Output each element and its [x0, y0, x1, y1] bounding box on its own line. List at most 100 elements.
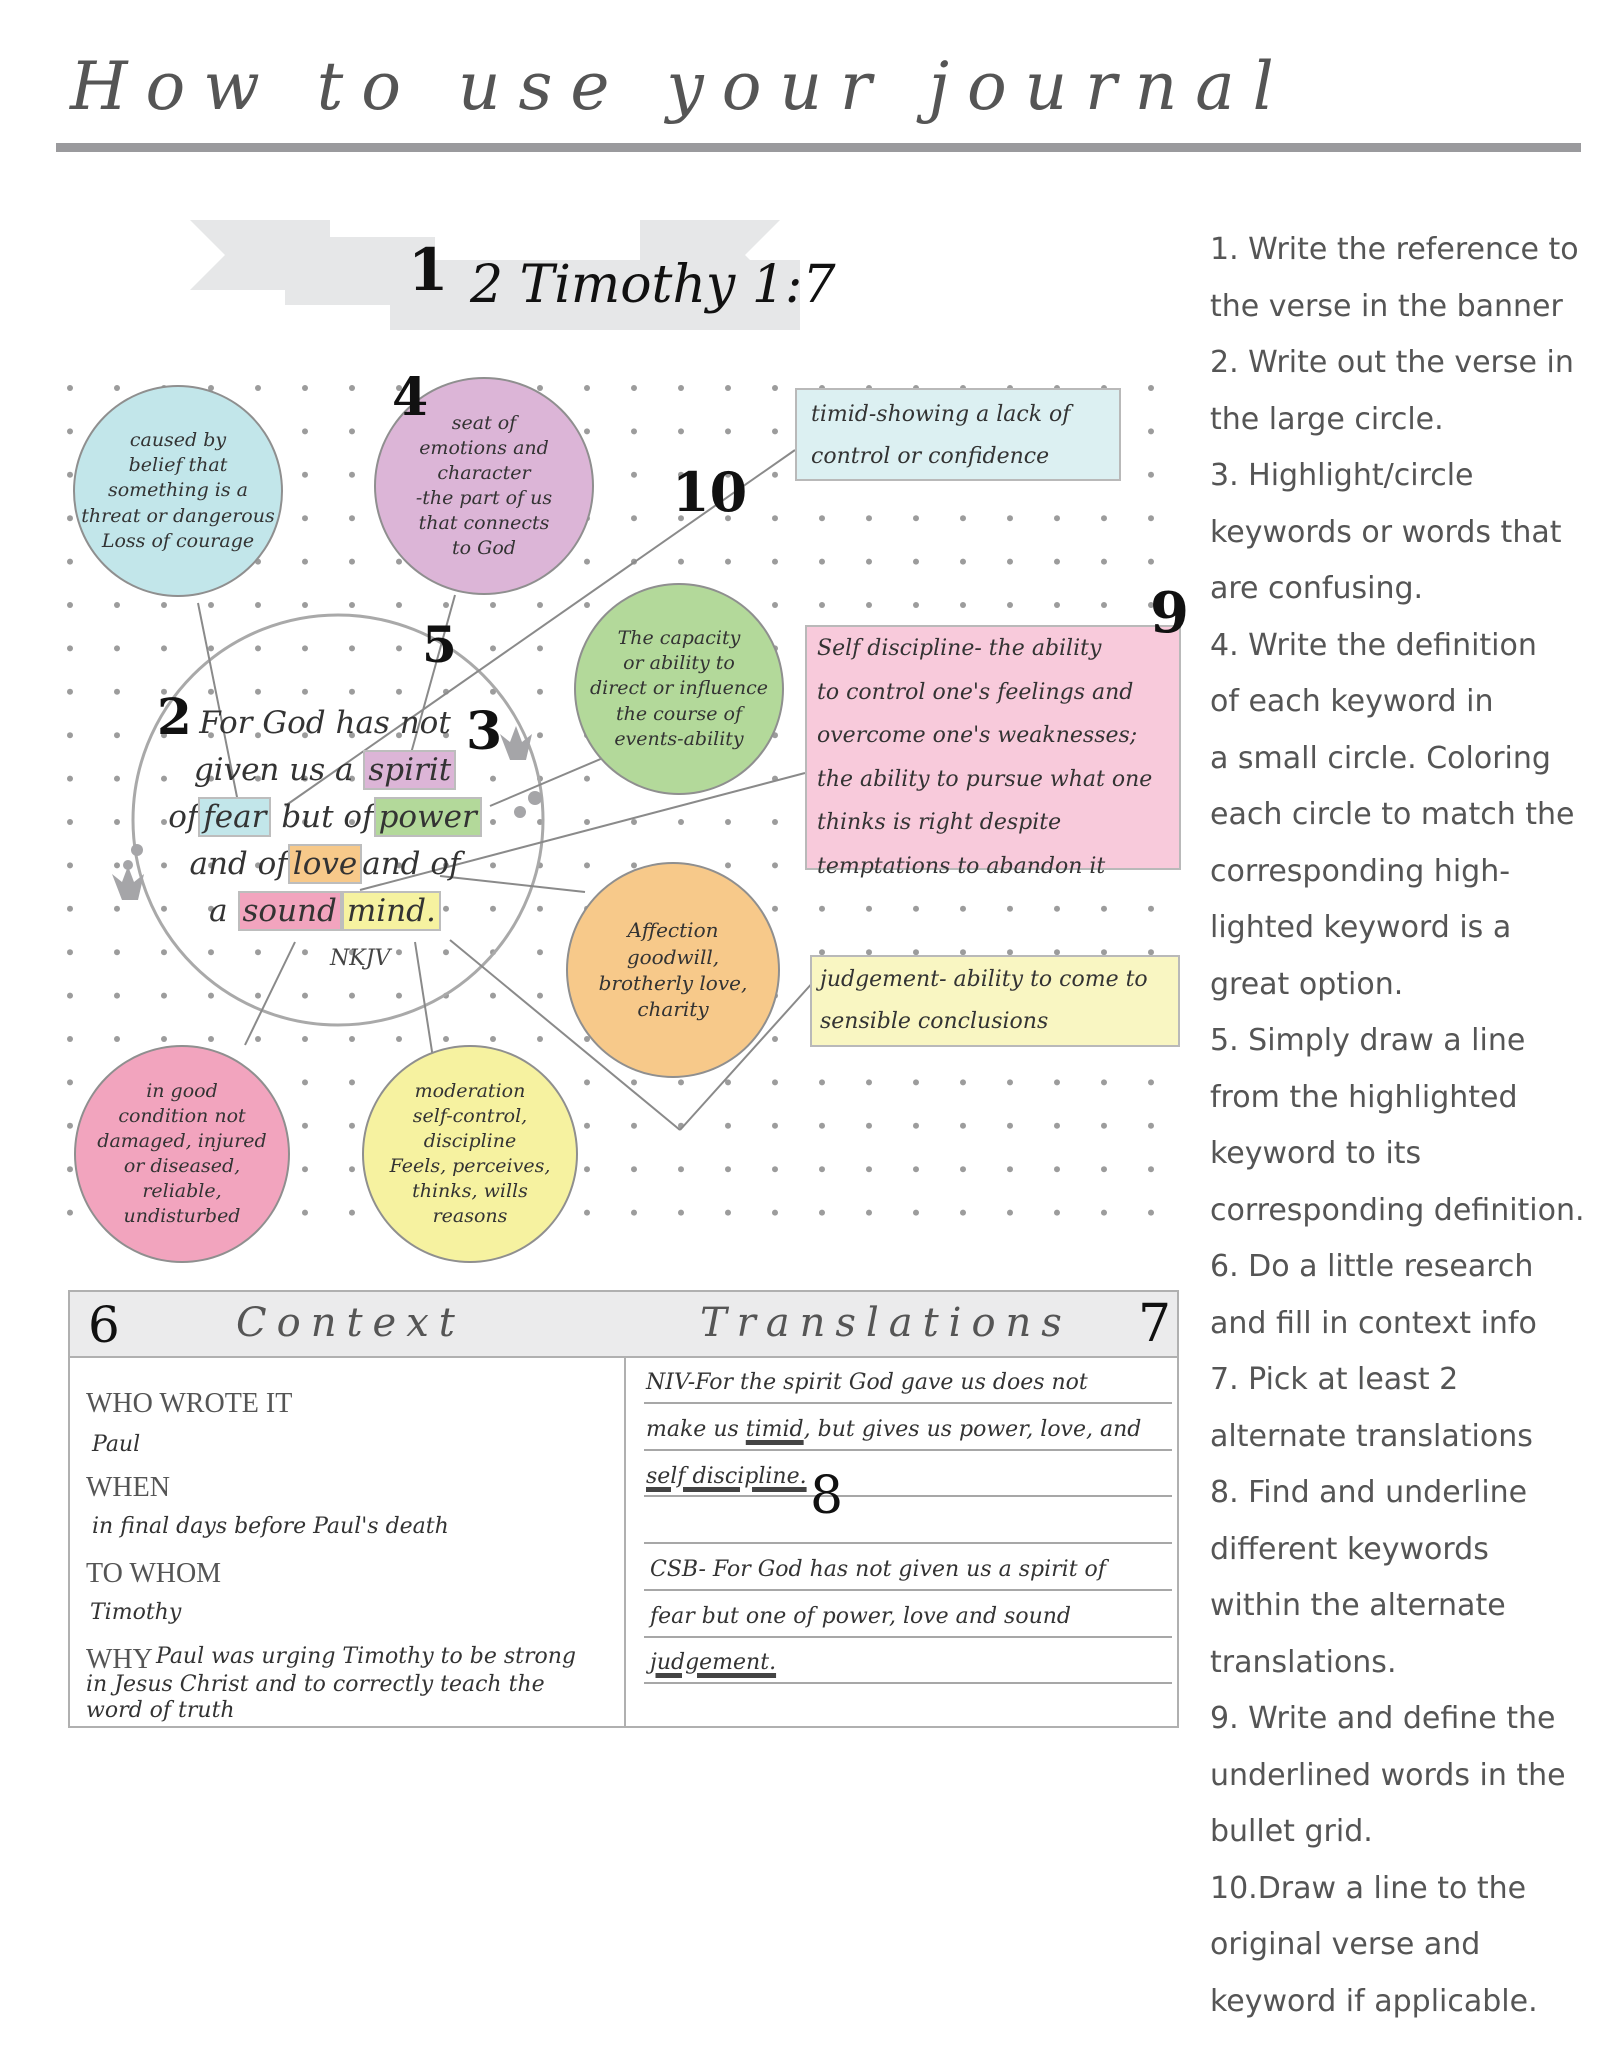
grid-dot — [866, 1079, 872, 1086]
verse-text[interactable]: For God has not given us a spirit of fear… — [150, 700, 500, 935]
why-value-line-2[interactable]: in Jesus Christ and to correctly teach t… — [86, 1672, 545, 1697]
grid-dot — [349, 428, 355, 435]
translation-text-segment: make us — [646, 1417, 746, 1442]
grid-dot — [819, 905, 825, 912]
grid-dot — [960, 1079, 966, 1086]
grid-dot — [1148, 905, 1154, 912]
grid-dot — [537, 602, 543, 608]
grid-dot — [725, 428, 731, 435]
underlined-word-judgement[interactable]: judgement. — [650, 1650, 776, 1675]
niv-line-1[interactable]: NIV-For the spirit God gave us does not — [646, 1370, 1088, 1395]
grid-dot — [913, 905, 919, 912]
step-marker-3: 3 — [466, 701, 503, 762]
grid-dot — [1007, 1122, 1013, 1129]
grid-dot — [537, 949, 543, 956]
definition-box-judgement[interactable]: judgement- ability to come to sensible c… — [810, 955, 1180, 1047]
grid-dot — [960, 602, 966, 608]
grid-dot — [302, 688, 308, 695]
grid-dot — [161, 992, 167, 999]
grid-dot — [1007, 1209, 1013, 1216]
why-value-line-3[interactable]: word of truth — [86, 1698, 235, 1723]
definition-circle-power[interactable]: The capacity or ability to direct or inf… — [574, 583, 784, 795]
ruled-line — [644, 1449, 1172, 1451]
ruled-line — [644, 1589, 1172, 1591]
grid-dot — [208, 949, 214, 956]
grid-dot — [1101, 558, 1107, 565]
definition-circle-fear[interactable]: caused by belief that something is a thr… — [73, 385, 283, 597]
grid-dot — [960, 905, 966, 912]
grid-dot — [1054, 1209, 1060, 1216]
grid-dot — [67, 1122, 73, 1129]
csb-line-2[interactable]: fear but one of power, love and sound — [650, 1604, 1071, 1629]
definition-circle-sound[interactable]: in good condition not damaged, injured o… — [74, 1045, 290, 1263]
grid-dot — [960, 1166, 966, 1173]
ruled-line — [644, 1495, 1172, 1497]
verse-text-segment: and of — [362, 846, 461, 882]
grid-dot — [1054, 1166, 1060, 1173]
grid-dot — [396, 1036, 402, 1042]
grid-dot — [67, 905, 73, 912]
grid-dot — [631, 819, 637, 825]
grid-dot — [1148, 471, 1154, 478]
verse-text-segment: and of — [189, 846, 288, 882]
keyword-love[interactable]: love — [287, 844, 363, 884]
definition-box-self-discipline[interactable]: Self discipline- the ability to control … — [805, 625, 1181, 879]
keyword-mind[interactable]: mind. — [341, 891, 441, 931]
grid-dot — [960, 515, 966, 522]
grid-dot — [1007, 1166, 1013, 1173]
grid-dot — [819, 558, 825, 565]
grid-dot — [349, 1122, 355, 1129]
grid-dot — [67, 819, 73, 825]
grid-dot — [255, 645, 261, 652]
definition-box-timid[interactable]: timid-showing a lack of control or confi… — [795, 388, 1121, 481]
grid-dot — [302, 558, 308, 565]
grid-dot — [537, 732, 543, 739]
grid-dot — [349, 602, 355, 608]
grid-dot — [1054, 558, 1060, 565]
keyword-sound[interactable]: sound — [237, 891, 342, 931]
grid-dot — [161, 949, 167, 956]
grid-dot — [1054, 602, 1060, 608]
niv-line-3[interactable]: self discipline. — [646, 1464, 807, 1489]
when-label: WHEN — [86, 1472, 170, 1503]
csb-line-3[interactable]: judgement. — [650, 1650, 776, 1675]
translation-text-segment: , but gives us power, love, and — [803, 1417, 1142, 1442]
grid-dot — [114, 992, 120, 999]
grid-dot — [67, 385, 73, 391]
keyword-fear[interactable]: fear — [198, 797, 272, 837]
grid-dot — [819, 602, 825, 608]
csb-line-1[interactable]: CSB- For God has not given us a spirit o… — [650, 1557, 1106, 1582]
keyword-spirit[interactable]: spirit — [363, 750, 457, 790]
grid-dot — [349, 471, 355, 478]
keyword-power[interactable]: power — [373, 797, 482, 837]
niv-line-2[interactable]: make us timid, but gives us power, love,… — [646, 1417, 1141, 1442]
underlined-word-timid[interactable]: timid — [746, 1417, 804, 1442]
who-value[interactable]: Paul — [92, 1432, 140, 1457]
definition-circle-mind[interactable]: moderation self-control, discipline Feel… — [362, 1045, 578, 1263]
grid-dot — [1054, 905, 1060, 912]
grid-dot — [1148, 1079, 1154, 1086]
grid-dot — [1054, 1122, 1060, 1129]
verse-reference[interactable]: 2 Timothy 1:7 — [470, 255, 836, 315]
verse-text-segment: of — [168, 799, 199, 835]
grid-dot — [67, 428, 73, 435]
grid-dot — [537, 1036, 543, 1042]
grid-dot — [114, 602, 120, 608]
when-value[interactable]: in final days before Paul's death — [92, 1514, 449, 1539]
grid-dot — [302, 1036, 308, 1042]
grid-dot — [678, 558, 684, 565]
grid-dot — [302, 515, 308, 522]
grid-dot — [1148, 1122, 1154, 1129]
to-whom-value[interactable]: Timothy — [90, 1600, 181, 1625]
grid-dot — [631, 385, 637, 391]
grid-dot — [584, 1209, 590, 1216]
grid-dot — [67, 1036, 73, 1042]
underlined-word-self-discipline[interactable]: self discipline. — [646, 1464, 807, 1489]
grid-dot — [1054, 515, 1060, 522]
why-value-line-1[interactable]: Paul was urging Timothy to be strong — [156, 1644, 576, 1669]
instructions-list: 1. Write the reference to the verse in t… — [1210, 232, 1585, 2019]
step-marker-6: 6 — [88, 1296, 120, 1354]
grid-dot — [349, 688, 355, 695]
definition-circle-love[interactable]: Affection goodwill, brotherly love, char… — [566, 862, 780, 1078]
grid-dot — [302, 992, 308, 999]
